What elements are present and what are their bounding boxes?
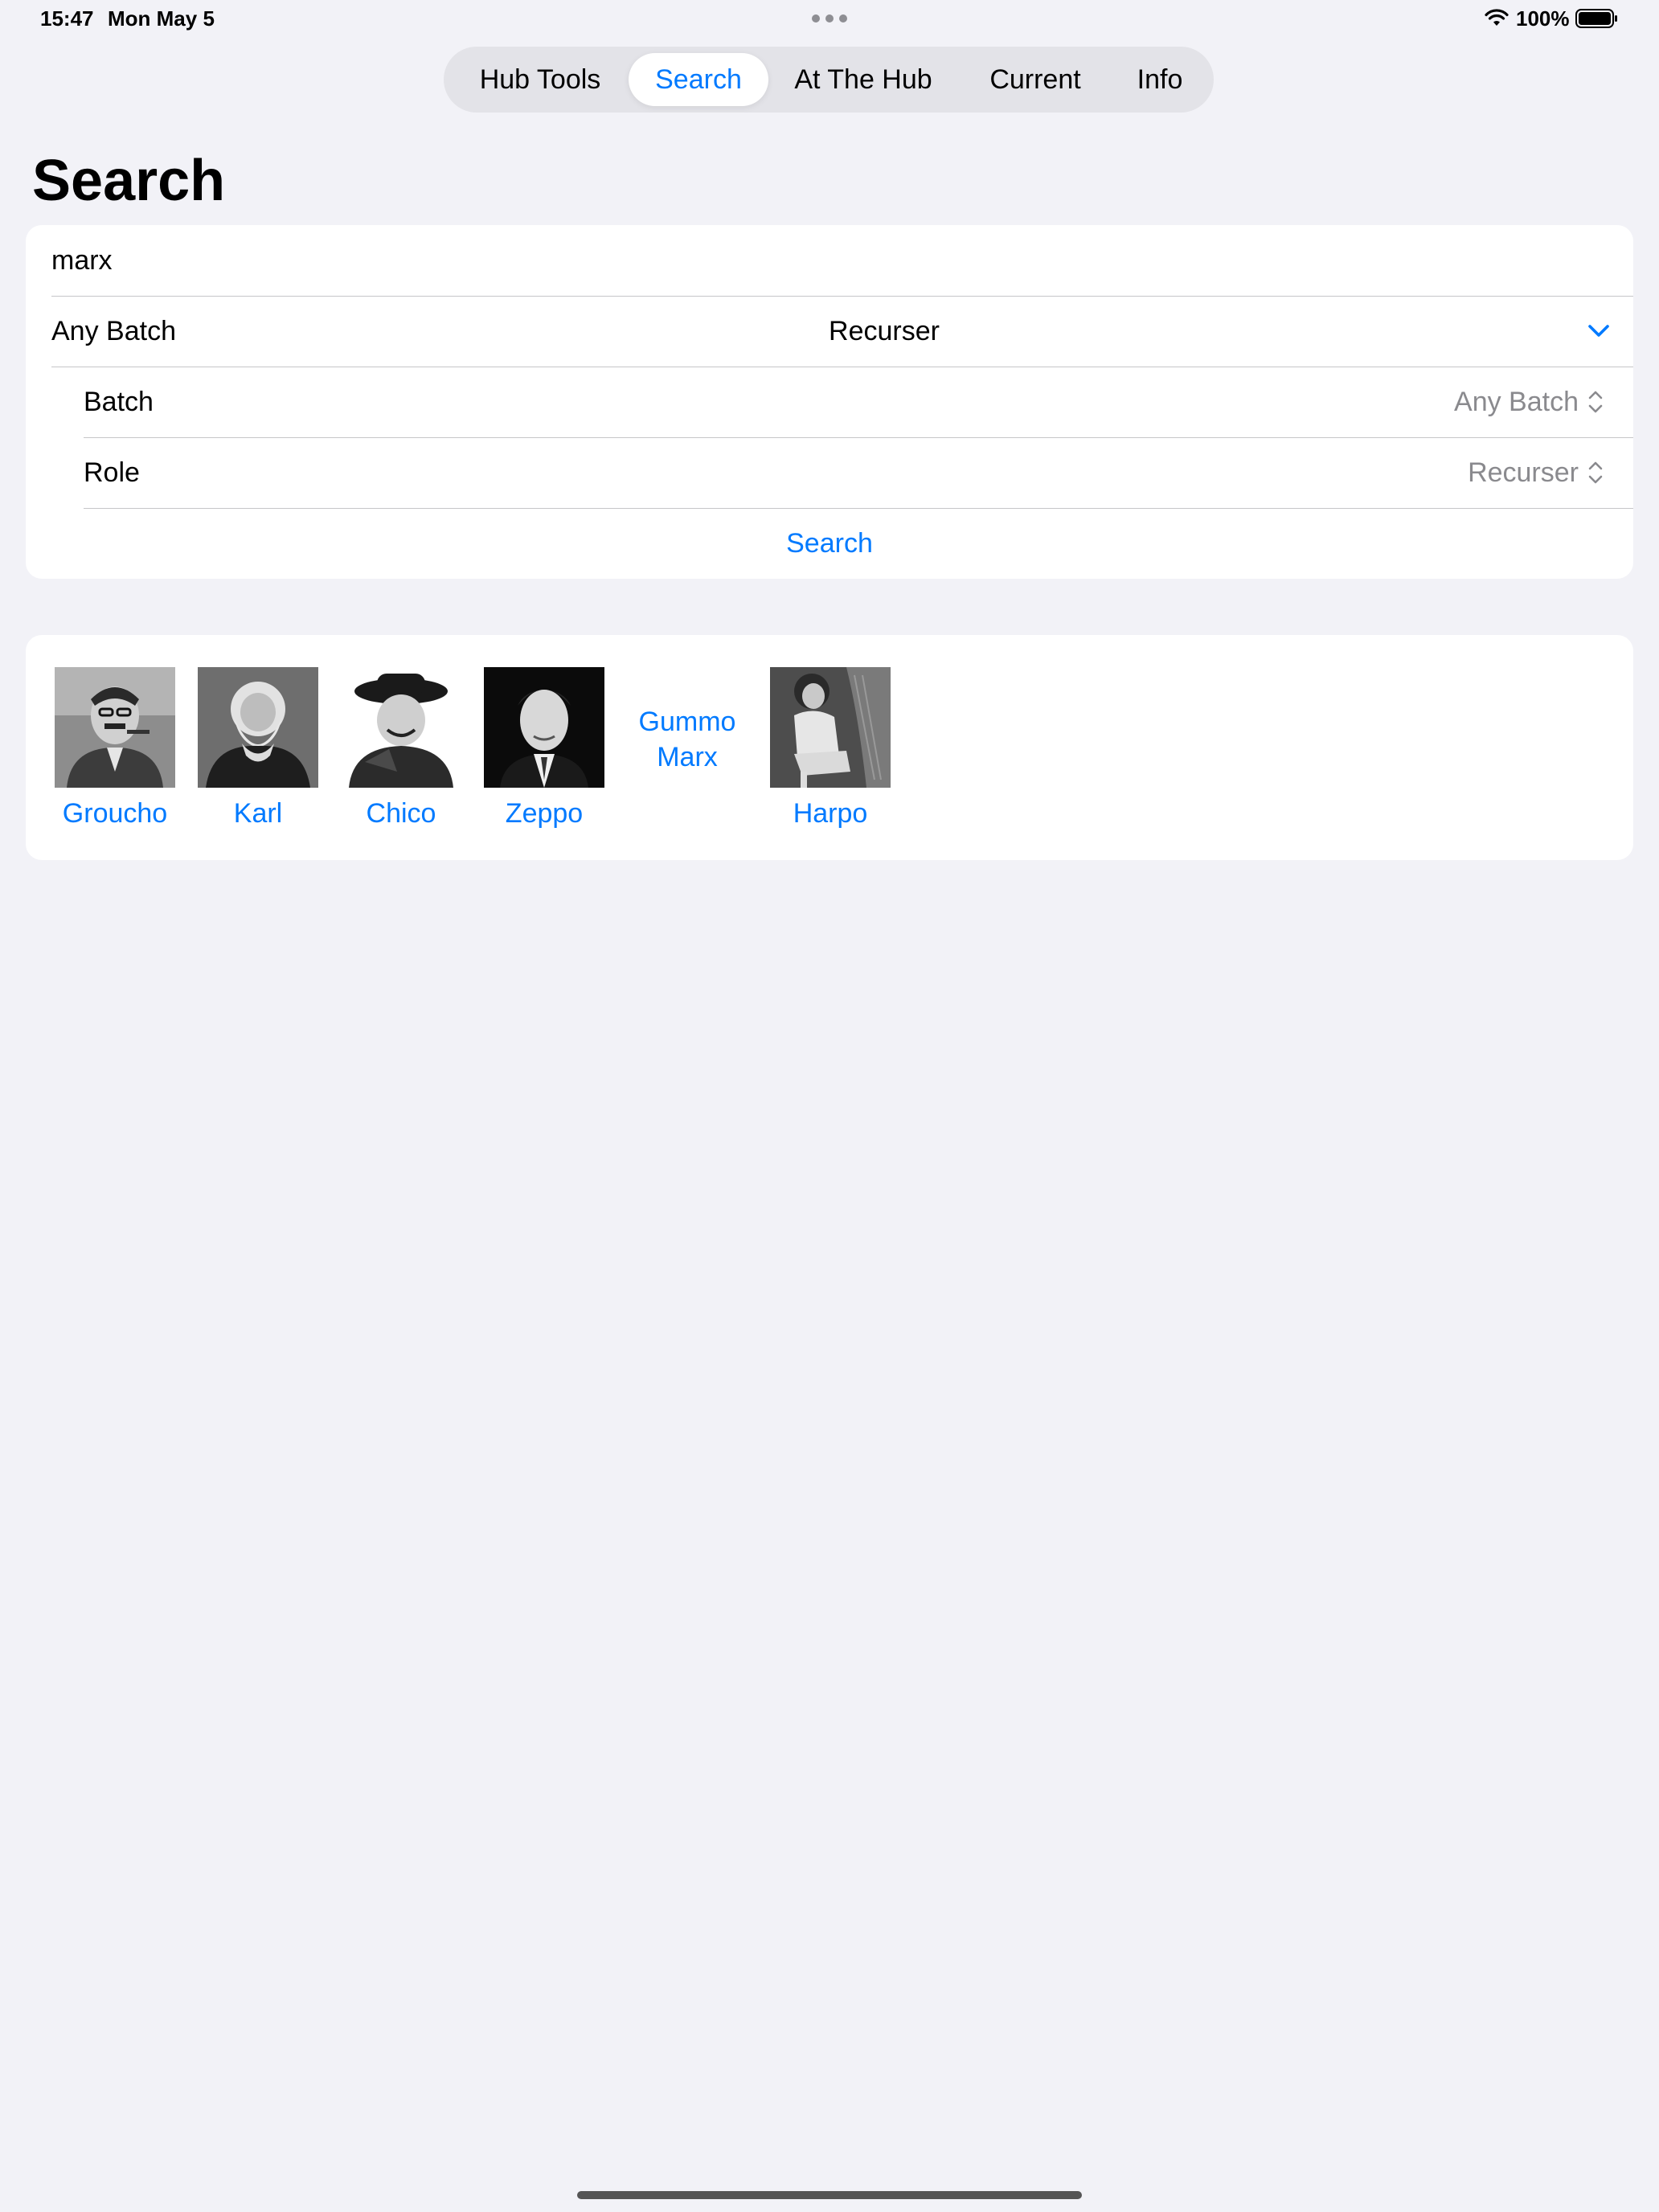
result-item-chico[interactable]: Chico	[330, 667, 473, 836]
home-indicator[interactable]	[577, 2191, 1082, 2199]
tab-hub-tools[interactable]: Hub Tools	[450, 53, 630, 106]
search-button[interactable]: Search	[26, 508, 1633, 579]
result-item-harpo[interactable]: Harpo	[759, 667, 902, 836]
role-picker[interactable]: Recurser	[1468, 437, 1604, 508]
result-name: Groucho	[62, 798, 168, 829]
result-item-groucho[interactable]: Groucho	[43, 667, 186, 836]
result-item-karl[interactable]: Karl	[186, 667, 330, 836]
tab-info[interactable]: Info	[1112, 53, 1207, 106]
status-date: Mon May 5	[108, 6, 215, 31]
divider	[84, 437, 1633, 438]
tab-current[interactable]: Current	[958, 53, 1112, 106]
page-title: Search	[32, 149, 226, 213]
tab-at-the-hub[interactable]: At The Hub	[768, 53, 958, 106]
profile-photo	[341, 667, 461, 788]
profile-photo	[55, 667, 175, 788]
result-name: Gummo Marx	[638, 707, 736, 772]
batch-picker[interactable]: Any Batch	[1454, 367, 1604, 437]
result-name: Karl	[233, 798, 283, 829]
result-item-zeppo[interactable]: Zeppo	[473, 667, 616, 836]
search-input[interactable]	[51, 225, 1603, 296]
filter-summary-row[interactable]: Any Batch Recurser	[26, 296, 1633, 367]
wifi-icon	[1485, 9, 1509, 26]
profile-photo	[198, 667, 318, 788]
battery-percentage: 100%	[1516, 6, 1570, 31]
result-item-gummo-marx[interactable]: Gummo Marx	[616, 667, 759, 836]
role-picker-value: Recurser	[1468, 457, 1579, 488]
batch-picker-value: Any Batch	[1454, 386, 1579, 417]
result-name: Chico	[366, 798, 436, 829]
chevron-up-down-icon	[1588, 391, 1603, 413]
role-label: Role	[84, 457, 140, 488]
tab-search[interactable]: Search	[629, 53, 768, 106]
profile-photo	[484, 667, 604, 788]
result-name: Harpo	[793, 798, 868, 829]
result-name: Zeppo	[505, 798, 584, 829]
search-form-card: Any Batch Recurser Batch Any Batch Role …	[26, 225, 1633, 579]
status-time: 15:47	[40, 6, 94, 31]
chevron-up-down-icon	[1588, 461, 1603, 484]
chevron-down-icon[interactable]	[1587, 322, 1611, 341]
search-results-card: Groucho Karl Chico Zeppo Gummo Marx Harp…	[26, 635, 1633, 860]
profile-photo	[770, 667, 891, 788]
tab-bar: Hub Tools Search At The Hub Current Info	[444, 47, 1214, 113]
summary-role-label: Recurser	[829, 316, 940, 346]
multitasking-dots-icon[interactable]	[812, 14, 847, 23]
batch-label: Batch	[84, 387, 154, 417]
status-bar: 15:47 Mon May 5 100%	[0, 0, 1659, 39]
battery-icon	[1575, 9, 1617, 28]
